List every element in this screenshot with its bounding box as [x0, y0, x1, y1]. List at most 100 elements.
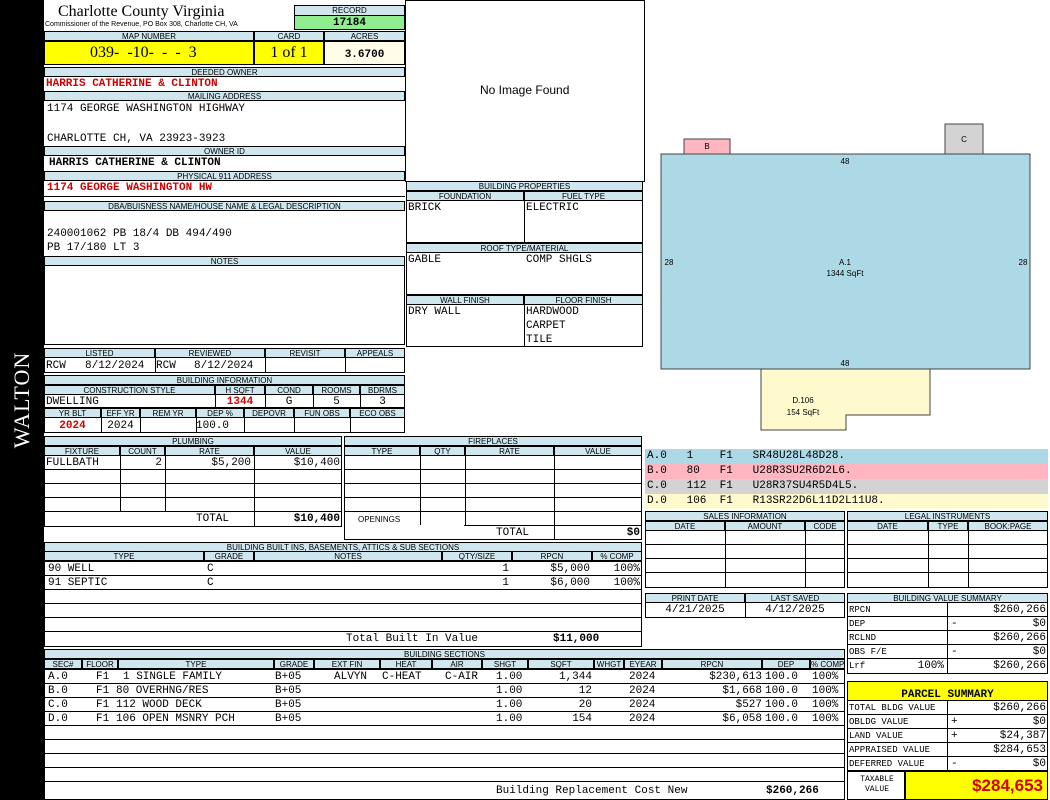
sec-shgt: 1.00	[496, 699, 523, 711]
sections-h: HEAT	[380, 659, 432, 669]
sections-title: BUILDING SECTIONS	[44, 649, 845, 659]
parcel-value: $0	[1032, 716, 1046, 728]
sec-sqft: 1,344	[558, 671, 592, 683]
sec-eyear: 2024	[629, 671, 656, 683]
dim-left: 28	[665, 258, 674, 267]
builtin-qty: 1	[502, 563, 509, 575]
sales-title: SALES INFORMATION	[645, 511, 845, 521]
parcel-value: $24,387	[999, 730, 1046, 742]
legend-row-b: B.0 80 F1 U28R3SU2R6D2L6.	[645, 464, 1048, 479]
dim-bottom: 48	[841, 359, 850, 368]
vs-value: $0	[1032, 646, 1046, 658]
sec-rpcn: $527	[735, 699, 762, 711]
sketch-legend: A.0 1 F1 SR48U28L48D28. B.0 80 F1 U28R3S…	[645, 449, 1048, 509]
legal-instruments-title: LEGAL INSTRUMENTS	[847, 511, 1048, 521]
building-properties-title: BUILDING PROPERTIES	[406, 181, 643, 191]
sec-grade: B+05	[275, 671, 302, 683]
sec-grade: B+05	[275, 685, 302, 697]
sec-comp: 100%	[812, 699, 839, 711]
acres-label: ACRES	[324, 31, 405, 41]
listed-date: 8/12/2024	[85, 360, 145, 372]
sections-h: FLOOR	[82, 659, 118, 669]
area-c-label: C	[961, 135, 967, 144]
sections-h: TYPE	[118, 659, 274, 669]
sec-rpcn: $6,058	[722, 713, 762, 725]
sections-header: SEC# FLOOR TYPE GRADE EXT FIN HEAT AIR S…	[44, 659, 845, 669]
parcel-label: APPRAISED VALUE	[849, 745, 931, 755]
sec-comp: 100%	[812, 713, 839, 725]
vs-label: DEP	[849, 619, 866, 629]
sec-shgt: 1.00	[496, 713, 523, 725]
fireplaces-total: $0	[626, 527, 640, 539]
legend-row-d: D.0 106 F1 R13SR22D6L11D2L11U8.	[645, 494, 1048, 509]
parcel-value: $0	[1032, 758, 1046, 770]
legal-table	[847, 530, 1048, 588]
sec-comp: 100%	[812, 671, 839, 683]
builtins-h-type: TYPE	[44, 551, 204, 561]
plumbing-total-label: TOTAL	[196, 513, 230, 525]
deeded-owner: HARRIS CATHERINE & CLINTON	[46, 78, 218, 90]
parcel-label: DEFERRED VALUE	[849, 759, 925, 769]
replacement-cost-label: Building Replacement Cost New	[496, 785, 688, 797]
sections-h: SEC#	[44, 659, 82, 669]
print-date: 4/21/2025	[665, 604, 725, 616]
sec-grade: B+05	[275, 699, 302, 711]
roof-type: GABLE	[408, 254, 442, 266]
sec-floor: F1	[96, 699, 110, 711]
sections-h: EYEAR	[624, 659, 662, 669]
sec-ext: ALVYN	[334, 671, 368, 683]
last-saved: 4/12/2025	[765, 604, 825, 616]
replacement-cost: $260,266	[766, 785, 819, 797]
vs-label: RCLND	[849, 633, 877, 643]
sections-h: DEP	[762, 659, 810, 669]
sec-eyear: 2024	[629, 713, 656, 725]
vs-value: $260,266	[993, 632, 1046, 644]
wall-finish: DRY WALL	[408, 306, 461, 318]
builtin-grade: C	[207, 563, 214, 575]
sec-eyear: 2024	[629, 699, 656, 711]
mailing-line-1: 1174 GEORGE WASHINGTON HIGHWAY	[47, 103, 246, 115]
area-d-label: D.106	[792, 396, 814, 405]
builtins-h-comp: % COMP	[592, 551, 642, 561]
dim-right: 28	[1019, 258, 1028, 267]
sec-num: D.0	[48, 713, 68, 725]
sections-h: RPCN	[662, 659, 762, 669]
plumbing-count: 2	[155, 457, 162, 469]
owner-id-label: OWNER ID	[44, 146, 405, 156]
floor-finish-3: TILE	[526, 334, 553, 346]
rooms-value: 5	[333, 396, 340, 408]
sec-heat: C-HEAT	[382, 671, 422, 683]
map-number: 039- -10- - - 3	[44, 41, 254, 65]
sec-shgt: 1.00	[496, 685, 523, 697]
vs-label: RPCN	[849, 605, 871, 615]
sketch-svg: B C A.1 1344 SqFt D.106 154 SqFt 48 28 2…	[660, 123, 1031, 431]
sec-rpcn: $1,668	[722, 685, 762, 697]
builtin-comp: 100%	[613, 577, 640, 589]
sec-floor: F1	[96, 713, 110, 725]
legal-line-2: PB 17/180 LT 3	[47, 242, 140, 254]
dep-value: 100.0	[196, 420, 230, 432]
vs-sign: 100%	[917, 660, 944, 672]
map-number-label: MAP NUMBER	[44, 31, 254, 41]
plumbing-fixture: FULLBATH	[46, 457, 99, 469]
sec-grade: B+05	[275, 713, 302, 725]
sec-dep: 100.0	[765, 685, 799, 697]
owner-id: HARRIS CATHERINE & CLINTON	[49, 157, 221, 169]
fuel-value: ELECTRIC	[526, 202, 579, 214]
builtins-h-notes: NOTES	[254, 551, 442, 561]
sections-h: % COMP	[810, 659, 845, 669]
sec-type: 1 SINGLE FAMILY	[123, 671, 223, 683]
photo-area: No Image Found	[405, 0, 645, 182]
parcel-label: TOTAL BLDG VALUE	[849, 703, 936, 713]
card-number: 1 of 1	[254, 41, 324, 65]
parcel-value: $260,266	[993, 702, 1046, 714]
sections-h: SQFT	[528, 659, 594, 669]
sec-num: B.0	[48, 685, 68, 697]
sec-shgt: 1.00	[496, 671, 523, 683]
area-d-shape	[760, 368, 931, 431]
dim-top: 48	[841, 157, 850, 166]
taxable-label-box: TAXABLE VALUE	[847, 771, 905, 800]
sec-dep: 100.0	[765, 671, 799, 683]
sec-type: 80 OVERHNG/RES	[116, 685, 209, 697]
plumbing-rate: $5,200	[211, 457, 251, 469]
